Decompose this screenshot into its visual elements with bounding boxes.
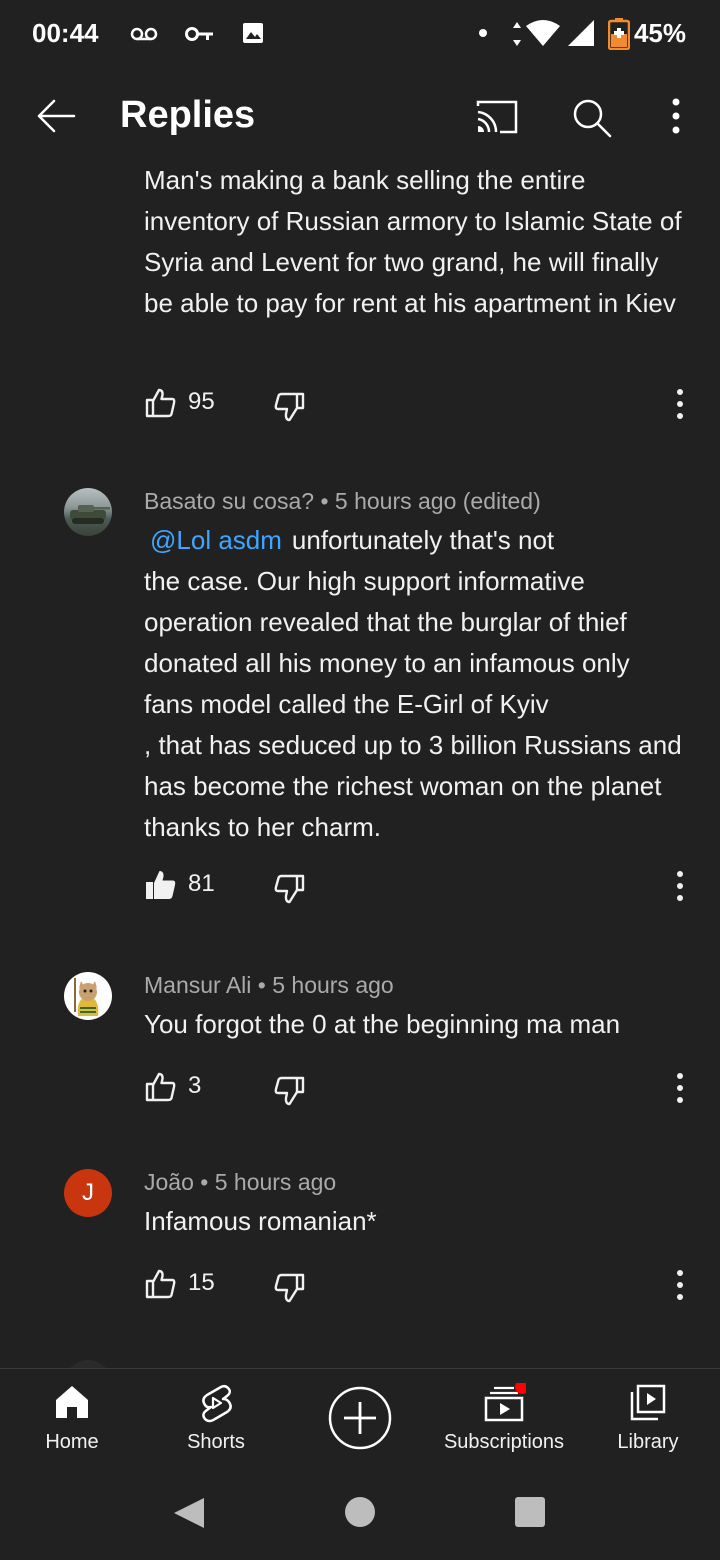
- bottom-navigation: Home Shorts Subscriptions Library: [0, 1368, 720, 1468]
- system-recents-icon[interactable]: [514, 1496, 546, 1528]
- nav-create[interactable]: [288, 1369, 432, 1469]
- comment-text-line: , that has seduced up to 3 billion Russi…: [144, 730, 682, 842]
- page-title: Replies: [120, 94, 256, 136]
- like-count: 95: [188, 388, 215, 415]
- avatar[interactable]: [64, 972, 112, 1020]
- image-notification-icon: [243, 23, 263, 43]
- network-signal-icon: [513, 20, 594, 46]
- thumbs-down-icon[interactable]: [272, 872, 306, 906]
- library-icon: [630, 1384, 666, 1421]
- thumbs-up-icon[interactable]: [144, 386, 178, 420]
- comment-actions: 81: [144, 868, 704, 908]
- like-count: 81: [188, 870, 215, 897]
- create-plus-icon: [328, 1386, 392, 1450]
- nav-home-label: Home: [45, 1431, 99, 1453]
- comment-text: Man's making a bank selling the entire i…: [144, 165, 682, 318]
- more-vert-icon[interactable]: [672, 1070, 688, 1106]
- nav-home[interactable]: Home: [0, 1369, 144, 1469]
- comment-actions: 3: [144, 1070, 704, 1110]
- comment-meta: Mansur Ali • 5 hours ago: [144, 972, 394, 999]
- avatar[interactable]: J: [64, 1169, 112, 1217]
- thumbs-up-icon[interactable]: [144, 1070, 178, 1104]
- more-vert-icon[interactable]: [652, 94, 700, 142]
- comment-actions: 15: [144, 1267, 704, 1307]
- cartoon-avatar-image: [74, 978, 99, 1016]
- replies-list[interactable]: Man's making a bank selling the entire i…: [0, 70, 720, 1368]
- tank-image: [70, 505, 110, 524]
- comment-time: 5 hours ago: [214, 1169, 337, 1195]
- mention-link[interactable]: @Lol asdm: [150, 525, 282, 555]
- home-icon: [56, 1386, 88, 1418]
- thumbs-down-icon[interactable]: [272, 1271, 306, 1305]
- avatar[interactable]: [64, 488, 112, 536]
- like-count: 3: [188, 1072, 202, 1099]
- comment-text-line: the case. Our high support informative o…: [144, 566, 630, 719]
- system-back-icon[interactable]: [172, 1496, 206, 1530]
- nav-library[interactable]: Library: [576, 1369, 720, 1469]
- comment-text: Infamous romanian*: [144, 1206, 377, 1236]
- nav-library-label: Library: [617, 1431, 679, 1453]
- dot-icon: [479, 29, 487, 37]
- more-vert-icon[interactable]: [672, 1267, 688, 1303]
- nav-shorts-label: Shorts: [187, 1431, 245, 1453]
- avatar[interactable]: [64, 1360, 112, 1368]
- comment-time: 5 hours ago: [272, 972, 394, 998]
- separator-dot: •: [257, 972, 266, 998]
- comment-meta: Basato su cosa? • 5 hours ago (edited): [144, 488, 541, 515]
- more-vert-icon[interactable]: [672, 868, 688, 904]
- separator-dot: •: [320, 488, 329, 514]
- like-count: 15: [188, 1269, 215, 1296]
- comment-actions: 95: [144, 386, 704, 426]
- thumbs-down-icon[interactable]: [272, 1074, 306, 1108]
- status-bar: 00:44 45%: [0, 0, 720, 70]
- app-bar: Replies: [0, 70, 720, 162]
- thumbs-up-filled-icon[interactable]: [144, 868, 178, 902]
- more-vert-icon[interactable]: [672, 386, 688, 422]
- nav-shorts[interactable]: Shorts: [144, 1369, 288, 1469]
- author-name[interactable]: Basato su cosa?: [144, 488, 314, 514]
- comment-text-line: unfortunately that's not: [291, 525, 555, 555]
- system-navigation-bar: [0, 1468, 720, 1560]
- thumbs-up-icon[interactable]: [144, 1267, 178, 1301]
- author-name[interactable]: João: [144, 1169, 194, 1195]
- cast-icon[interactable]: [472, 94, 520, 142]
- vpn-key-icon: [185, 27, 213, 41]
- comment-time: 5 hours ago (edited): [334, 488, 541, 514]
- status-time: 00:44: [32, 18, 99, 48]
- back-arrow-icon[interactable]: [34, 94, 78, 138]
- author-name[interactable]: Mansur Ali: [144, 972, 251, 998]
- comment-meta: João • 5 hours ago: [144, 1169, 336, 1196]
- system-home-icon[interactable]: [344, 1496, 376, 1528]
- comment-text: @Lol asdm unfortunately that's not the ca…: [144, 520, 684, 848]
- battery-icon: [608, 18, 630, 50]
- search-icon[interactable]: [568, 94, 616, 142]
- shorts-icon: [202, 1384, 232, 1423]
- voicemail-icon: [130, 27, 158, 41]
- battery-percent: 45%: [633, 18, 686, 48]
- subscriptions-icon: [484, 1383, 526, 1422]
- comment-text: You forgot the 0 at the beginning ma man: [144, 1009, 621, 1039]
- thumbs-down-icon[interactable]: [272, 390, 306, 424]
- nav-subscriptions[interactable]: Subscriptions: [432, 1369, 576, 1469]
- separator-dot: •: [200, 1169, 209, 1195]
- nav-subscriptions-label: Subscriptions: [443, 1431, 565, 1453]
